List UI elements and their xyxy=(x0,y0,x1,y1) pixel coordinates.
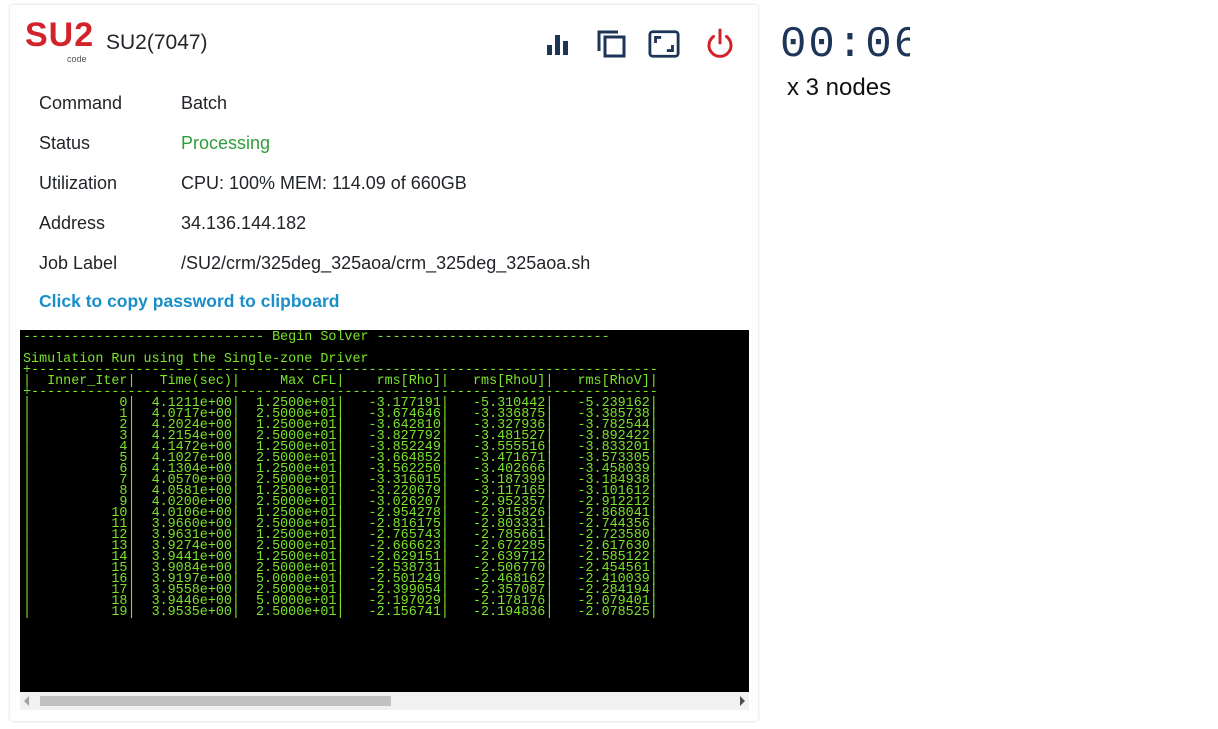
utilization-label: Utilization xyxy=(39,173,118,193)
utilization-value: CPU: 100% MEM: 114.09 of 660GB xyxy=(181,173,467,193)
power-icon xyxy=(707,28,733,58)
resize-icon xyxy=(648,30,680,58)
logo-text: SU2 xyxy=(25,16,95,54)
scrollbar-thumb[interactable] xyxy=(40,696,391,706)
terminal-horizontal-scrollbar[interactable] xyxy=(20,692,749,710)
su2-logo: SU2 code xyxy=(25,17,95,65)
terminal-output[interactable]: ------------------------------ Begin Sol… xyxy=(20,330,749,692)
bar-chart-icon xyxy=(547,35,568,55)
job-card: SU2 code SU2(7047) Command Batch Status xyxy=(10,5,758,721)
copy-password-link[interactable]: Click to copy password to clipboard xyxy=(39,291,339,312)
resize-button[interactable] xyxy=(648,27,680,61)
node-count: x 3 nodes xyxy=(787,74,892,101)
shutdown-button[interactable] xyxy=(704,27,736,61)
status-value: Processing xyxy=(181,133,271,153)
status-label: Status xyxy=(39,133,91,153)
elapsed-timer: 00:06 xyxy=(780,20,910,64)
command-label: Command xyxy=(39,93,123,113)
job-title: SU2(7047) xyxy=(106,31,208,54)
job-label-value: /SU2/crm/325deg_325aoa/crm_325deg_325aoa… xyxy=(181,253,591,273)
address-label: Address xyxy=(39,213,106,233)
terminal-text: ------------------------------ Begin Sol… xyxy=(23,330,658,620)
scroll-left-icon[interactable] xyxy=(24,696,29,706)
timer-display: 00:06 xyxy=(780,20,910,64)
scroll-right-icon[interactable] xyxy=(740,696,745,706)
job-label-label: Job Label xyxy=(39,253,118,273)
timer-text: 00:06 xyxy=(780,20,910,64)
command-value: Batch xyxy=(181,93,228,113)
logo-subtext: code xyxy=(67,54,87,64)
address-value: 34.136.144.182 xyxy=(181,213,307,233)
stats-chart-button[interactable] xyxy=(544,27,576,61)
open-window-button[interactable] xyxy=(596,27,628,61)
copy-window-icon xyxy=(597,30,626,58)
